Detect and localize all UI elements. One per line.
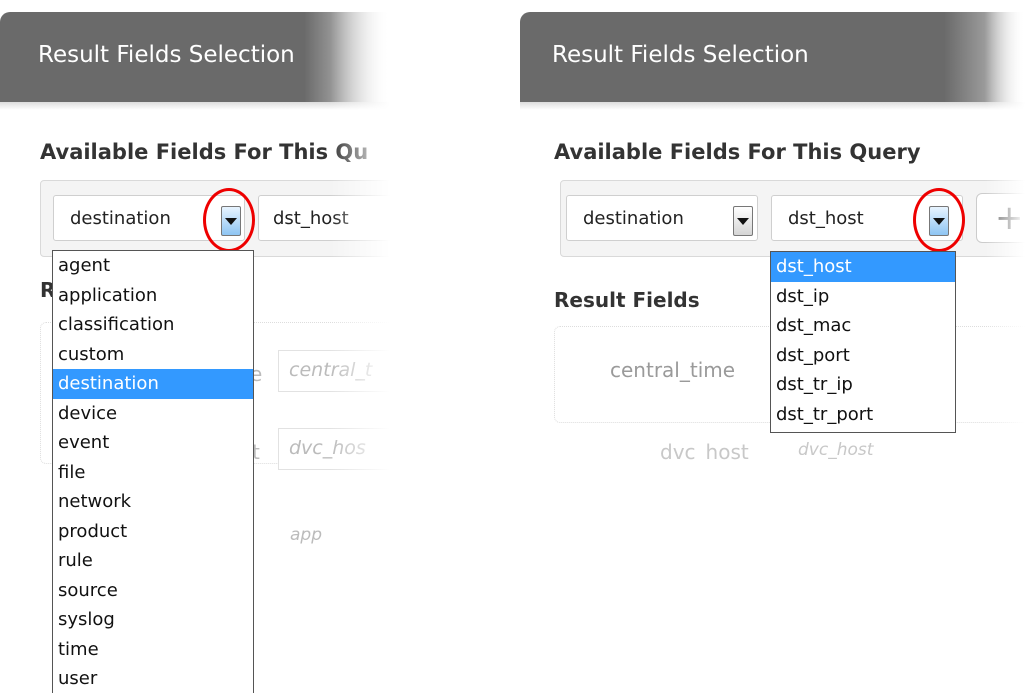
category-option[interactable]: file <box>53 458 253 488</box>
ghost-name-2: dvc_host <box>660 440 749 460</box>
category-option[interactable]: time <box>53 635 253 665</box>
panel-header: Result Fields Selection <box>520 12 1025 102</box>
panel-title: Result Fields Selection <box>38 42 295 68</box>
field-option[interactable]: dst_tr_ip <box>771 370 955 400</box>
plus-icon: + <box>995 198 1024 238</box>
available-fields-title: Available Fields For This Qu <box>40 140 369 164</box>
category-option[interactable]: source <box>53 576 253 606</box>
result-fields-title: Result Fields <box>554 288 700 312</box>
category-option[interactable]: custom <box>53 340 253 370</box>
category-dropdown-list: agent application classification custom … <box>52 250 254 693</box>
category-select-value: destination <box>70 208 171 229</box>
field-option[interactable]: dst_ip <box>771 282 955 312</box>
panel-header: Result Fields Selection <box>0 12 390 102</box>
category-option[interactable]: product <box>53 517 253 547</box>
highlight-circle <box>203 188 255 252</box>
field-select-value: dst_host <box>788 208 864 229</box>
field-option-selected[interactable]: dst_host <box>771 252 955 282</box>
category-option[interactable]: rule <box>53 546 253 576</box>
field-dropdown-list: dst_host dst_ip dst_mac dst_port dst_tr_… <box>770 251 956 433</box>
ghost-value-2: dvc_host <box>798 440 874 460</box>
add-field-button[interactable]: + <box>976 193 1025 243</box>
right-panel: Result Fields Selection Available Fields… <box>520 0 1025 460</box>
category-dropdown-arrow-icon[interactable] <box>733 206 753 236</box>
category-option[interactable]: user <box>53 664 253 693</box>
field-option[interactable]: dst_tr_port <box>771 400 955 430</box>
category-option[interactable]: event <box>53 428 253 458</box>
category-option[interactable]: classification <box>53 310 253 340</box>
field-select[interactable]: dst_host <box>258 195 390 241</box>
ghost-field-1: central_t <box>278 350 390 392</box>
ghost-name-3: app <box>290 525 322 545</box>
field-option[interactable]: dst_port <box>771 341 955 371</box>
category-option[interactable]: application <box>53 281 253 311</box>
category-option[interactable]: agent <box>53 251 253 281</box>
category-option-selected[interactable]: destination <box>53 369 253 399</box>
panel-title: Result Fields Selection <box>552 42 809 68</box>
field-option[interactable]: dst_mac <box>771 311 955 341</box>
ghost-field-2: dvc_hos <box>278 428 390 470</box>
category-option[interactable]: network <box>53 487 253 517</box>
left-panel: Result Fields Selection Available Fields… <box>0 0 390 693</box>
field-select-value: dst_host <box>273 208 349 229</box>
category-select[interactable]: destination <box>566 195 758 241</box>
ghost-name-1: central_time <box>610 358 736 382</box>
category-option[interactable]: syslog <box>53 605 253 635</box>
category-select-value: destination <box>583 208 684 229</box>
category-option[interactable]: device <box>53 399 253 429</box>
available-fields-title: Available Fields For This Query <box>554 140 921 164</box>
highlight-circle <box>913 188 965 252</box>
